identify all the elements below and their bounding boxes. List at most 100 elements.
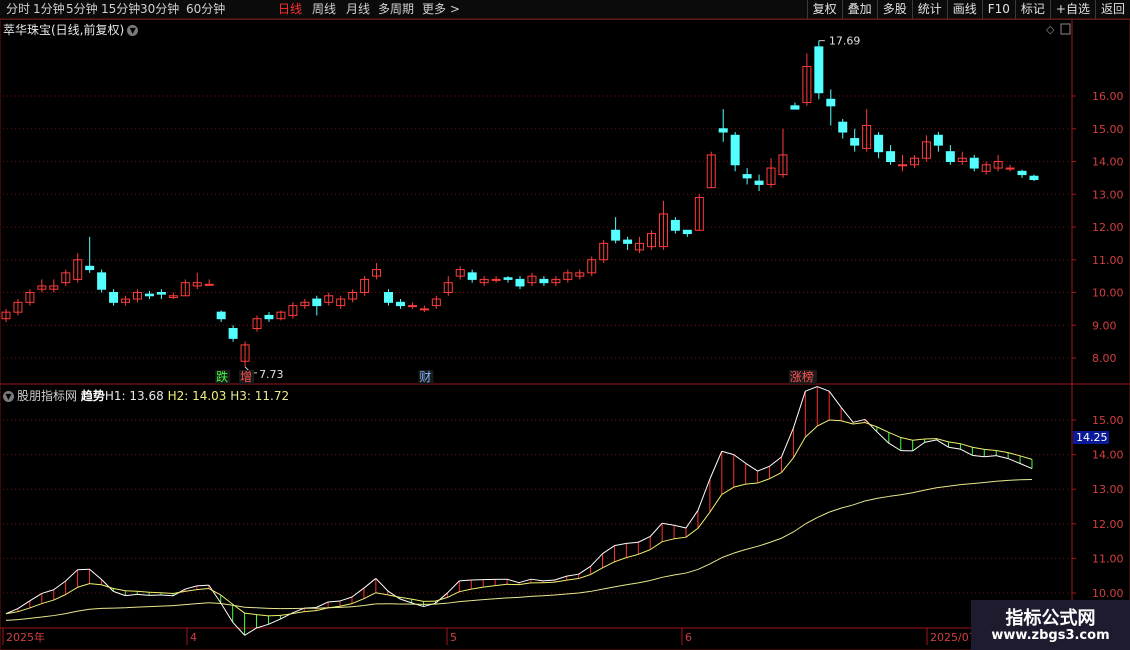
- candle-body[interactable]: [790, 105, 800, 110]
- candle-body[interactable]: [419, 308, 429, 311]
- indicator-h2-segment: [948, 441, 961, 445]
- indicator-h1-segment: [196, 584, 209, 587]
- indicator-h2-segment: [17, 607, 31, 613]
- indicator-h3-segment: [507, 596, 520, 599]
- indicator-h1-segment: [614, 542, 627, 547]
- diamond-icon[interactable]: ◇: [1046, 23, 1055, 36]
- candle-body[interactable]: [1005, 167, 1015, 170]
- indicator-h1-segment: [65, 569, 78, 582]
- indicator-h1-segment: [184, 585, 198, 590]
- indicator-h3-segment: [912, 489, 925, 494]
- candle-body[interactable]: [682, 229, 692, 235]
- candle-body[interactable]: [742, 174, 752, 179]
- candle-body[interactable]: [264, 314, 274, 320]
- indicator-h1-segment: [125, 593, 138, 597]
- candle-body[interactable]: [670, 219, 680, 231]
- candle-body[interactable]: [156, 292, 166, 295]
- candle-body[interactable]: [814, 46, 824, 94]
- event-marker[interactable]: 财: [419, 370, 431, 384]
- candle-body[interactable]: [109, 292, 119, 303]
- candle-body[interactable]: [623, 239, 633, 244]
- indicator-h3-segment: [566, 592, 579, 595]
- indicator-h1-segment: [220, 602, 234, 623]
- indicator-h3-segment: [41, 615, 54, 618]
- indicator-h3-segment: [721, 552, 734, 559]
- indicator-h3-segment: [172, 604, 185, 607]
- candle-body[interactable]: [945, 151, 955, 163]
- indicator-h1-segment: [602, 545, 615, 555]
- indicator-h3-segment: [518, 595, 531, 598]
- candle-body[interactable]: [838, 121, 848, 133]
- indicator-h1-segment: [566, 573, 579, 577]
- indicator-h1-segment: [685, 510, 699, 529]
- panel-toggle-icon[interactable]: [1060, 23, 1071, 35]
- indicator-h2-segment: [196, 588, 209, 591]
- candle-body[interactable]: [850, 138, 860, 146]
- candle-body[interactable]: [933, 134, 943, 146]
- indicator-h2-segment: [578, 574, 591, 580]
- indicator-h3-segment: [805, 517, 818, 525]
- price-tick-label: 12.00: [1092, 221, 1124, 234]
- candle-body[interactable]: [384, 292, 394, 303]
- candle-body[interactable]: [503, 277, 513, 280]
- candle-body[interactable]: [898, 164, 908, 167]
- chevron-down-icon[interactable]: ▼: [3, 391, 14, 402]
- indicator-h1-segment: [745, 462, 758, 472]
- candle-body[interactable]: [718, 128, 728, 133]
- candle-body[interactable]: [515, 278, 525, 287]
- candle-body[interactable]: [826, 98, 836, 107]
- candle-body[interactable]: [407, 305, 417, 308]
- candle-body[interactable]: [312, 298, 322, 307]
- candle-body[interactable]: [886, 151, 896, 163]
- price-tick-label: 16.00: [1092, 90, 1124, 103]
- indicator-h2-segment: [244, 612, 257, 616]
- indicator-h1-segment: [864, 419, 878, 433]
- indicator-h2-segment: [876, 426, 890, 433]
- indicator-h1-segment: [590, 553, 603, 567]
- indicator-h2-segment: [733, 483, 746, 488]
- chart-canvas[interactable]: ◇ 8.00 9.00 10.00 11.00 12.00 13.00 14.00 15.00 1…: [0, 0, 1130, 650]
- indicator-h1-segment: [769, 456, 782, 467]
- indicator-h3-segment: [829, 507, 842, 513]
- event-marker[interactable]: 涨榜: [790, 369, 814, 384]
- price-tick-label: 15.00: [1092, 123, 1124, 136]
- indicator-h3-segment: [196, 602, 209, 605]
- indicator-h2-segment: [888, 431, 901, 439]
- candle-body[interactable]: [1017, 170, 1027, 176]
- indicator-h2-segment: [399, 596, 412, 600]
- indicator-h3-segment: [363, 603, 376, 606]
- candle-body[interactable]: [204, 283, 214, 286]
- event-marker[interactable]: 增: [240, 370, 252, 384]
- indicator-h2-segment: [1019, 455, 1033, 460]
- candle-body[interactable]: [216, 311, 226, 320]
- indicator-h2-segment: [518, 582, 532, 586]
- indicator-h1-segment: [506, 578, 520, 584]
- candle-body[interactable]: [730, 134, 740, 166]
- x-axis-label: 5: [450, 631, 457, 644]
- candle-body[interactable]: [85, 265, 95, 271]
- candle-body[interactable]: [969, 157, 979, 169]
- indicator-h2-segment: [542, 581, 555, 584]
- indicator-h3-segment: [650, 576, 663, 581]
- candle-body[interactable]: [491, 278, 501, 281]
- indicator-name[interactable]: 股朋指标网: [17, 389, 77, 403]
- candle-body[interactable]: [1029, 175, 1039, 181]
- indicator-h2-segment: [817, 419, 830, 427]
- current-value-label: 14.25: [1076, 431, 1108, 444]
- indicator-h1-segment: [256, 623, 269, 629]
- candle-body[interactable]: [144, 293, 154, 297]
- indicator-h2-segment: [840, 420, 854, 425]
- candle-body[interactable]: [611, 229, 621, 241]
- event-marker[interactable]: 跌: [216, 369, 228, 384]
- indicator-h1-segment: [315, 601, 329, 608]
- candle-body[interactable]: [97, 272, 107, 290]
- indicator-h3-segment: [626, 582, 639, 586]
- candle-body[interactable]: [395, 301, 405, 307]
- indicator-h2-segment: [972, 446, 985, 450]
- candle-body[interactable]: [754, 180, 764, 185]
- candle-body[interactable]: [228, 328, 238, 339]
- indicator-h3-segment: [864, 497, 878, 502]
- candle-body[interactable]: [539, 278, 549, 284]
- candle-body[interactable]: [874, 134, 884, 153]
- candle-body[interactable]: [467, 272, 477, 280]
